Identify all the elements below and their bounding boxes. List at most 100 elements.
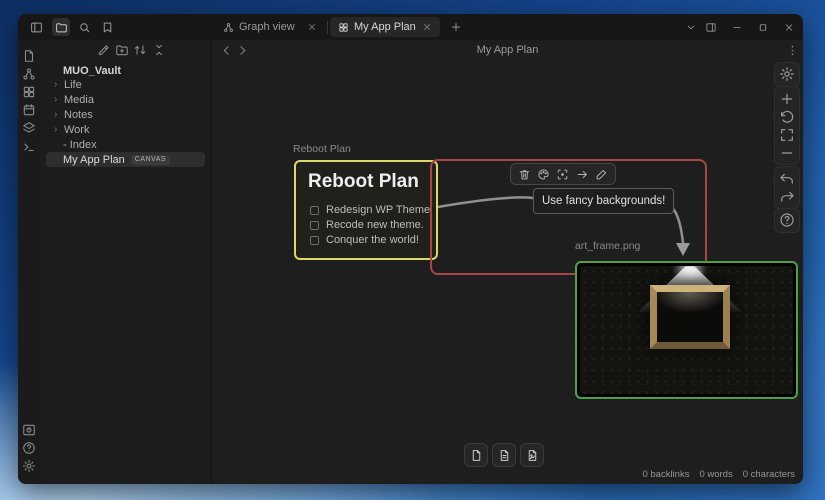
window-controls	[681, 14, 799, 40]
sort-order-icon[interactable]	[133, 43, 147, 57]
reset-zoom-icon[interactable]	[779, 109, 795, 125]
view-header: My App Plan	[212, 40, 803, 60]
checklist-label: Recode new theme.	[326, 219, 424, 231]
sidebar-item-notes[interactable]: › Notes	[40, 107, 211, 122]
status-backlinks: 0 backlinks	[642, 469, 689, 480]
file-label: My App Plan	[63, 154, 125, 166]
new-note-icon[interactable]	[97, 43, 111, 57]
vault-switcher-icon[interactable]	[22, 423, 36, 437]
settings-gear-icon[interactable]	[22, 459, 36, 473]
add-note-button[interactable]	[492, 443, 516, 467]
sidebar-item-life[interactable]: › Life	[40, 77, 211, 92]
tab-divider	[327, 21, 328, 34]
checkbox[interactable]	[310, 236, 319, 245]
titlebar: Graph view My App Plan	[18, 14, 803, 40]
edge-label[interactable]: Use fancy backgrounds!	[533, 188, 674, 214]
desktop: { "titlebar": { "tabs": [ { "label": "Gr…	[0, 0, 825, 500]
edit-label-icon[interactable]	[595, 168, 608, 181]
checklist-label: Redesign WP Theme	[326, 204, 430, 216]
graph-view-icon[interactable]	[22, 67, 36, 81]
checklist-item: Redesign WP Theme	[310, 204, 430, 216]
folder-label: Life	[64, 79, 82, 91]
new-tab-icon[interactable]	[448, 19, 464, 35]
quick-switcher-icon[interactable]	[22, 49, 36, 63]
file-explorer: MUO_Vault › Life › Media › Notes › Work …	[40, 40, 212, 484]
file-label: - Index	[63, 139, 97, 151]
help-icon[interactable]	[22, 441, 36, 455]
command-palette-icon[interactable]	[22, 140, 36, 154]
status-characters: 0 characters	[743, 469, 795, 480]
undo-icon[interactable]	[779, 171, 795, 187]
canvas-settings-icon[interactable]	[779, 66, 795, 82]
status-words: 0 words	[699, 469, 732, 480]
app-window: Graph view My App Plan	[18, 14, 803, 484]
zoom-in-icon[interactable]	[779, 91, 795, 107]
add-media-button[interactable]	[520, 443, 544, 467]
tab-graph-view[interactable]: Graph view	[215, 17, 325, 37]
chevron-right-icon: ›	[54, 110, 63, 119]
minimize-button[interactable]	[727, 19, 747, 35]
canvas-badge: CANVAS	[131, 155, 170, 165]
zoom-to-selection-icon[interactable]	[556, 168, 569, 181]
search-tab-icon[interactable]	[75, 18, 93, 36]
collapse-all-icon[interactable]	[152, 43, 166, 57]
new-folder-icon[interactable]	[115, 43, 129, 57]
edge-direction-icon[interactable]	[576, 168, 589, 181]
tab-label: Graph view	[239, 21, 302, 33]
daily-note-icon[interactable]	[22, 103, 36, 117]
slides-icon[interactable]	[22, 121, 36, 135]
file-image-icon	[526, 449, 539, 462]
graph-icon	[223, 22, 234, 33]
sidebar-item-media[interactable]: › Media	[40, 92, 211, 107]
maximize-button[interactable]	[753, 19, 773, 35]
close-tab-icon[interactable]	[307, 22, 317, 32]
bookmarks-tab-icon[interactable]	[98, 18, 116, 36]
canvas-icon	[338, 22, 349, 33]
tab-list-chevron-icon[interactable]	[681, 19, 701, 35]
reboot-card[interactable]: Reboot Plan Redesign WP Theme Recode new…	[294, 160, 438, 260]
checkbox[interactable]	[310, 206, 319, 215]
file-tree: › Life › Media › Notes › Work - Index My…	[40, 77, 211, 167]
tab-my-app-plan[interactable]: My App Plan	[330, 17, 440, 37]
art-card[interactable]	[575, 261, 798, 399]
tab-label: My App Plan	[354, 21, 417, 33]
folder-label: Work	[64, 124, 89, 136]
redo-icon[interactable]	[779, 189, 795, 205]
files-tab-icon[interactable]	[52, 18, 70, 36]
close-window-button[interactable]	[779, 19, 799, 35]
main-view: My App Plan Reboot Plan Reboot Plan Rede…	[212, 40, 803, 484]
picture-frame	[650, 285, 730, 349]
node-label-reboot: Reboot Plan	[293, 143, 351, 155]
file-text-icon	[498, 449, 511, 462]
tab-bar: Graph view My App Plan	[215, 14, 464, 40]
art-frame-image	[580, 266, 793, 394]
new-canvas-icon[interactable]	[22, 85, 36, 99]
chevron-right-icon: ›	[54, 125, 63, 134]
sidebar-item-index[interactable]: - Index	[40, 137, 211, 152]
canvas-help-icon[interactable]	[779, 212, 795, 228]
folder-label: Notes	[64, 109, 93, 121]
folder-label: Media	[64, 94, 94, 106]
card-icon	[470, 449, 483, 462]
edge-toolbar	[510, 163, 616, 185]
sidebar-item-work[interactable]: › Work	[40, 122, 211, 137]
checkbox[interactable]	[310, 221, 319, 230]
close-tab-icon[interactable]	[422, 22, 432, 32]
ribbon	[18, 40, 40, 484]
view-title: My App Plan	[212, 44, 803, 56]
vault-name[interactable]: MUO_Vault	[63, 65, 121, 77]
status-bar: 0 backlinks 0 words 0 characters	[642, 469, 795, 480]
node-label-art: art_frame.png	[575, 240, 640, 252]
toggle-right-sidebar-icon[interactable]	[701, 19, 721, 35]
delete-icon[interactable]	[518, 168, 531, 181]
add-card-button[interactable]	[464, 443, 488, 467]
zoom-out-icon[interactable]	[779, 145, 795, 161]
toggle-left-sidebar-icon[interactable]	[27, 18, 45, 36]
more-options-icon[interactable]	[786, 44, 799, 57]
chevron-right-icon: ›	[54, 80, 63, 89]
color-palette-icon[interactable]	[537, 168, 550, 181]
checklist-label: Conquer the world!	[326, 234, 419, 246]
zoom-to-fit-icon[interactable]	[779, 127, 795, 143]
sidebar-item-my-app-plan[interactable]: My App Plan CANVAS	[46, 152, 205, 167]
checklist-item: Conquer the world!	[310, 234, 419, 246]
